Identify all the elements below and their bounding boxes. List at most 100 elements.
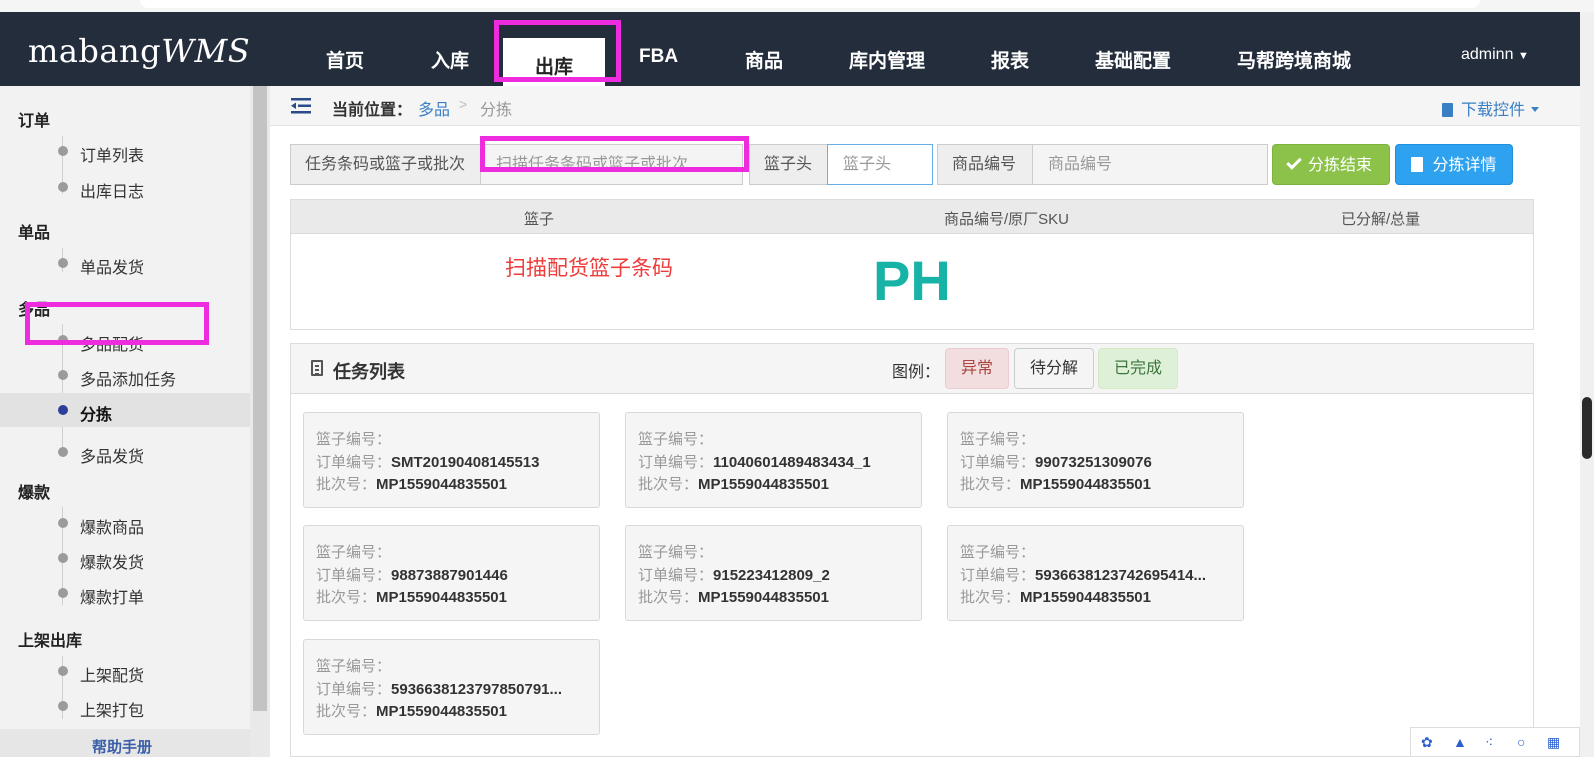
- basket-number-line: 篮子编号：: [316, 431, 392, 448]
- basket-number-line: 篮子编号：: [638, 431, 714, 448]
- sidebar-item-label: 多品发货: [80, 449, 145, 466]
- nav-products[interactable]: 商品: [745, 46, 783, 73]
- logo-suffix: WMS: [161, 32, 251, 70]
- nav-fba[interactable]: FBA: [639, 46, 678, 68]
- task-card[interactable]: 篮子编号： 订单编号：98873887901446 批次号：MP15590448…: [303, 525, 600, 621]
- breadcrumb: 当前位置： 多品 > 分拣 下载控件: [270, 86, 1580, 126]
- sidebar-scrollbar[interactable]: [250, 86, 270, 757]
- batch-number-line: 批次号：MP1559044835501: [316, 703, 507, 720]
- sidebar-group-shelf-outbound[interactable]: 上架出库: [18, 627, 82, 651]
- breadcrumb-label: 当前位置：: [332, 102, 413, 119]
- legend-completed: 已完成: [1098, 348, 1178, 389]
- task-panel-header: 任务列表 图例： 异常 待分解 已完成: [291, 344, 1533, 394]
- sorting-details-label: 分拣详情: [1432, 157, 1497, 174]
- nav-home[interactable]: 首页: [326, 46, 364, 73]
- task-card[interactable]: 篮子编号： 订单编号：915223412809_2 批次号：MP15590448…: [625, 525, 922, 621]
- order-number-line: 订单编号：915223412809_2: [638, 567, 830, 584]
- nav-base-config[interactable]: 基础配置: [1095, 46, 1171, 73]
- batch-number-line: 批次号：MP1559044835501: [316, 476, 507, 493]
- sidebar-item-label: 上架配货: [80, 668, 145, 685]
- task-card[interactable]: 篮子编号： 订单编号：5936638123797850791... 批次号：MP…: [303, 639, 600, 735]
- floating-toolbar[interactable]: ✿ ▲ ⁖ ○ ▦: [1410, 727, 1580, 757]
- paw-icon[interactable]: ✿: [1421, 734, 1435, 750]
- batch-number-line: 批次号：MP1559044835501: [638, 476, 829, 493]
- task-card[interactable]: 篮子编号： 订单编号：5936638123742695414... 批次号：MP…: [947, 525, 1244, 621]
- basket-number-line: 篮子编号：: [638, 544, 714, 561]
- search-icon[interactable]: ○: [1517, 734, 1531, 750]
- user-menu[interactable]: adminn ▼: [1461, 46, 1529, 64]
- bullet-icon: [58, 701, 68, 711]
- scan-result-table: 篮子 商品编号/原厂SKU 已分解/总量 扫描配货篮子条码 PH: [290, 199, 1534, 330]
- highlight-sorting-item: [25, 302, 209, 345]
- download-controls-label: 下载控件: [1461, 102, 1526, 119]
- sidebar-item-multi-shipping[interactable]: 多品发货: [0, 435, 250, 469]
- sidebar-item-single-shipping[interactable]: 单品发货: [0, 246, 250, 280]
- sidebar-item-hot-shipping[interactable]: 爆款发货: [0, 541, 250, 575]
- sidebar-item-label: 上架打包: [80, 703, 145, 720]
- sidebar-item-order-list[interactable]: 订单列表: [0, 134, 250, 168]
- basket-number-line: 篮子编号：: [316, 544, 392, 561]
- browser-top-strip: [0, 0, 1594, 12]
- help-manual-link[interactable]: 帮助手册: [0, 729, 250, 757]
- user-name: adminn: [1461, 46, 1514, 63]
- dots-icon[interactable]: ⁖: [1485, 734, 1499, 750]
- column-header-basket: 篮子: [524, 211, 555, 228]
- brand-logo[interactable]: mabangWMS: [28, 32, 250, 70]
- sidebar-item-label: 多品添加任务: [80, 372, 177, 389]
- legend-pending: 待分解: [1014, 348, 1094, 389]
- nav-mall[interactable]: 马帮跨境商城: [1237, 46, 1351, 73]
- sidebar-item-hot-products[interactable]: 爆款商品: [0, 506, 250, 540]
- caret-down-icon: ▼: [1517, 50, 1529, 62]
- sidebar-item-label: 爆款商品: [80, 520, 145, 537]
- sidebar-item-shelf-picking[interactable]: 上架配货: [0, 654, 250, 688]
- task-card[interactable]: 篮子编号： 订单编号：99073251309076 批次号：MP15590448…: [947, 412, 1244, 508]
- bullet-icon: [58, 518, 68, 528]
- batch-number-line: 批次号：MP1559044835501: [316, 589, 507, 606]
- order-number-line: 订单编号：5936638123797850791...: [316, 681, 563, 698]
- sidebar-scrollbar-thumb[interactable]: [253, 86, 267, 711]
- bullet-icon: [58, 588, 68, 598]
- nav-reports[interactable]: 报表: [991, 46, 1029, 73]
- column-header-sku: 商品编号/原厂SKU: [944, 211, 1070, 228]
- sidebar-item-sorting[interactable]: 分拣: [0, 393, 250, 427]
- sidebar-item-outbound-log[interactable]: 出库日志: [0, 170, 250, 204]
- sidebar-item-shelf-packing[interactable]: 上架打包: [0, 689, 250, 723]
- sidebar-group-hot[interactable]: 爆款: [18, 479, 50, 503]
- order-number-line: 订单编号：99073251309076: [960, 454, 1152, 471]
- grid-icon[interactable]: ▦: [1547, 734, 1561, 750]
- finish-sorting-label: 分拣结束: [1307, 157, 1372, 174]
- batch-number-line: 批次号：MP1559044835501: [638, 589, 829, 606]
- bullet-icon: [58, 405, 68, 415]
- legend-abnormal: 异常: [945, 348, 1009, 389]
- sku-input[interactable]: 商品编号: [1032, 144, 1268, 185]
- breadcrumb-link-multi[interactable]: 多品: [418, 96, 450, 120]
- sidebar-group-single[interactable]: 单品: [18, 219, 50, 243]
- nav-warehouse-management[interactable]: 库内管理: [849, 46, 925, 73]
- highlight-outbound-tab: [494, 20, 621, 82]
- bullet-icon: [58, 447, 68, 457]
- page-scrollbar-thumb[interactable]: [1582, 397, 1592, 459]
- nav-inbound[interactable]: 入库: [431, 46, 469, 73]
- bullet-icon: [58, 258, 68, 268]
- sorting-details-button[interactable]: 分拣详情: [1395, 144, 1513, 185]
- sidebar-group-orders[interactable]: 订单: [18, 107, 50, 131]
- clipboard-icon: [1411, 157, 1424, 172]
- menu-toggle-icon[interactable]: [291, 98, 311, 114]
- task-barcode-label: 任务条码或篮子或批次: [290, 144, 481, 185]
- page-scrollbar[interactable]: [1580, 12, 1594, 757]
- list-icon: [311, 360, 323, 376]
- download-controls-button[interactable]: 下载控件: [1442, 96, 1540, 120]
- task-card[interactable]: 篮子编号： 订单编号：SMT20190408145513 批次号：MP15590…: [303, 412, 600, 508]
- check-icon: [1286, 154, 1302, 170]
- finish-sorting-button[interactable]: 分拣结束: [1272, 144, 1390, 185]
- task-card[interactable]: 篮子编号： 订单编号：11040601489483434_1 批次号：MP155…: [625, 412, 922, 508]
- basket-number-line: 篮子编号：: [960, 544, 1036, 561]
- order-number-line: 订单编号：11040601489483434_1: [638, 454, 871, 471]
- highlight-scan-input: [480, 136, 749, 172]
- basket-head-input[interactable]: 篮子头: [827, 144, 933, 185]
- sidebar-item-hot-print[interactable]: 爆款打单: [0, 576, 250, 610]
- basket-number-line: 篮子编号：: [316, 658, 392, 675]
- caret-up-icon[interactable]: ▲: [1453, 734, 1467, 750]
- basket-number-line: 篮子编号：: [960, 431, 1036, 448]
- sidebar-item-multi-add-task[interactable]: 多品添加任务: [0, 358, 250, 392]
